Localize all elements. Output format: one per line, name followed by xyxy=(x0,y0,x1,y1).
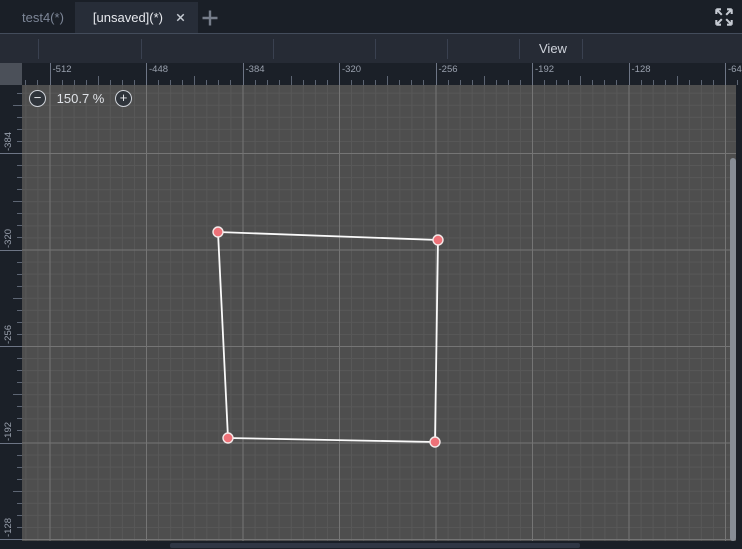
h-ruler-label: -448 xyxy=(149,64,169,75)
ruler-tick xyxy=(49,63,51,85)
ruler-tick xyxy=(725,63,726,85)
ruler-tick xyxy=(0,442,22,444)
toolbar-separator xyxy=(519,38,520,59)
polygon-vertex-handle-1[interactable] xyxy=(432,234,444,246)
ruler-tick xyxy=(532,63,533,85)
ruler-tick xyxy=(339,63,340,85)
ruler-tick xyxy=(146,63,147,85)
new-tab-button[interactable] xyxy=(198,2,222,33)
polygon-edges xyxy=(217,231,439,443)
edit-pivot-tool xyxy=(179,37,204,61)
v-ruler-label: -384 xyxy=(3,131,14,151)
horizontal-scrollbar-thumb[interactable] xyxy=(170,542,580,548)
ruler-tick xyxy=(0,249,22,251)
ruler-tick xyxy=(13,104,22,106)
v-ruler-label: -128 xyxy=(3,517,14,537)
smart-snap-toggle[interactable] xyxy=(281,37,306,61)
skeleton-options-menu[interactable] xyxy=(455,37,480,61)
ruler-tick xyxy=(387,76,389,85)
polygon-vertex-handle-0[interactable] xyxy=(212,226,224,238)
snap-options-menu[interactable] xyxy=(342,37,367,61)
lock-button xyxy=(383,37,408,61)
ruler-corner[interactable] xyxy=(0,63,22,85)
godot-2d-editor: test4(*) [unsaved](*) View -512 -448 -384 -3… xyxy=(0,0,742,549)
h-ruler-label: -192 xyxy=(535,64,555,75)
ruler-tick xyxy=(13,490,22,492)
ruler-tick xyxy=(194,76,196,85)
ruler-tick xyxy=(435,63,437,85)
tab-label: [unsaved](*) xyxy=(92,10,163,25)
ruler-tick xyxy=(13,201,22,203)
toolbar-separator xyxy=(581,38,583,59)
grid-snap-toggle[interactable] xyxy=(312,37,337,61)
ruler-tick xyxy=(0,153,22,154)
scene-tab-0[interactable]: test4(*) xyxy=(4,2,75,33)
polygon-button[interactable] xyxy=(681,37,706,61)
ruler-tick xyxy=(13,297,22,299)
select-points-button[interactable] xyxy=(590,37,615,61)
ruler-tool[interactable] xyxy=(240,37,265,61)
horizontal-scrollbar[interactable] xyxy=(0,541,742,549)
pivot-marker-button[interactable] xyxy=(651,37,676,61)
expand-panel-button[interactable] xyxy=(713,6,735,28)
h-ruler-label: -64 xyxy=(728,64,742,75)
group-button xyxy=(414,37,439,61)
plus-icon xyxy=(202,10,218,25)
h-ruler-label: -320 xyxy=(342,64,362,75)
skeleton-clear-button xyxy=(486,37,511,61)
toolbar-separator xyxy=(375,38,377,59)
ruler-tick xyxy=(290,76,292,85)
ruler-tick xyxy=(97,76,99,85)
vertical-ruler[interactable]: -384 -320 -256 -192 -128 xyxy=(0,85,22,541)
h-ruler-label: -384 xyxy=(245,64,265,75)
toolbar-separator xyxy=(447,38,449,59)
ruler-tick xyxy=(580,76,582,85)
canvas-toolbar: View xyxy=(0,33,742,63)
horizontal-ruler[interactable]: -512 -448 -384 -320 -256 -192 -128 -64 xyxy=(22,63,742,85)
ruler-tick xyxy=(0,346,22,347)
ruler-tick xyxy=(13,394,22,396)
snap-config-button[interactable] xyxy=(712,37,737,61)
rotate-tool[interactable] xyxy=(77,37,102,61)
move-tool[interactable] xyxy=(46,37,71,61)
ruler-tick xyxy=(483,76,485,85)
list-select-tool[interactable] xyxy=(149,37,174,61)
polygon-vertex-handle-2[interactable] xyxy=(429,436,441,448)
polygon-vertex-handle-3[interactable] xyxy=(222,432,234,444)
toolbar-separator xyxy=(273,38,275,59)
tab-label: test4(*) xyxy=(22,10,64,25)
view-menu[interactable]: View xyxy=(529,37,577,61)
ruler-tick xyxy=(0,539,22,540)
view-menu-label: View xyxy=(539,41,567,56)
vertical-scrollbar[interactable] xyxy=(736,85,742,541)
v-ruler-label: -320 xyxy=(3,228,14,248)
tab-list: test4(*) [unsaved](*) xyxy=(4,2,198,33)
toolbar-separator xyxy=(140,38,142,59)
ruler-tick xyxy=(628,63,630,85)
expand-arrows-icon xyxy=(715,8,733,26)
select-tool[interactable] xyxy=(5,37,30,61)
toolbar-separator xyxy=(38,38,40,59)
scale-tool[interactable] xyxy=(107,37,132,61)
v-ruler-label: -192 xyxy=(3,421,14,441)
h-ruler-label: -256 xyxy=(438,64,458,75)
pan-tool[interactable] xyxy=(209,37,234,61)
scene-tab-bar: test4(*) [unsaved](*) xyxy=(0,0,742,33)
ruler-tick xyxy=(242,63,244,85)
v-ruler-label: -256 xyxy=(3,324,14,344)
polygon-overlay xyxy=(212,226,444,448)
ruler-tick xyxy=(676,76,678,85)
collapse-button[interactable] xyxy=(620,37,645,61)
vertical-scrollbar-thumb[interactable] xyxy=(730,158,736,541)
h-ruler-label: -128 xyxy=(631,64,651,75)
scene-tab-1[interactable]: [unsaved](*) xyxy=(74,2,198,33)
close-tab-button[interactable] xyxy=(174,11,187,24)
h-ruler-label: -512 xyxy=(52,64,72,75)
